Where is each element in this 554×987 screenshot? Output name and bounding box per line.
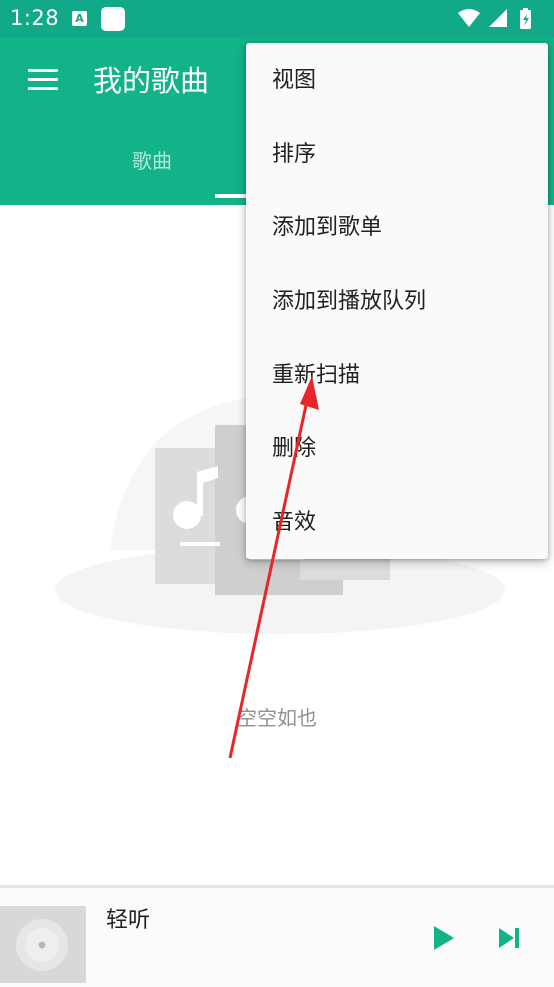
status-time: 1:28 — [10, 6, 60, 30]
notification-app-icon: A — [72, 11, 87, 26]
signal-icon — [489, 9, 507, 27]
menu-item-add-to-playlist[interactable]: 添加到歌单 — [246, 191, 548, 265]
notification-letter: A — [75, 12, 84, 25]
play-icon[interactable] — [430, 924, 458, 952]
battery-icon — [520, 8, 531, 29]
empty-state-text: 空空如也 — [237, 706, 317, 730]
skip-next-icon[interactable] — [497, 925, 523, 951]
notification-square-icon — [101, 7, 125, 31]
status-bar: 1:28 A — [0, 0, 554, 37]
menu-item-view[interactable]: 视图 — [246, 44, 548, 118]
track-name: 轻听 — [106, 908, 151, 933]
page-title: 我的歌曲 — [93, 64, 210, 98]
menu-item-sound-effects[interactable]: 音效 — [246, 486, 548, 560]
menu-item-rescan[interactable]: 重新扫描 — [246, 339, 548, 413]
menu-item-add-to-queue[interactable]: 添加到播放队列 — [246, 265, 548, 339]
album-cover — [0, 906, 86, 983]
menu-icon[interactable] — [28, 69, 58, 91]
wifi-icon — [458, 9, 480, 27]
tab-songs[interactable]: 歌曲 — [132, 148, 172, 174]
menu-item-sort[interactable]: 排序 — [246, 118, 548, 192]
overflow-menu: 视图 排序 添加到歌单 添加到播放队列 重新扫描 删除 音效 — [246, 43, 548, 559]
mini-player[interactable]: 轻听 — [0, 885, 554, 987]
system-icons — [458, 8, 531, 29]
menu-item-delete[interactable]: 删除 — [246, 412, 548, 486]
